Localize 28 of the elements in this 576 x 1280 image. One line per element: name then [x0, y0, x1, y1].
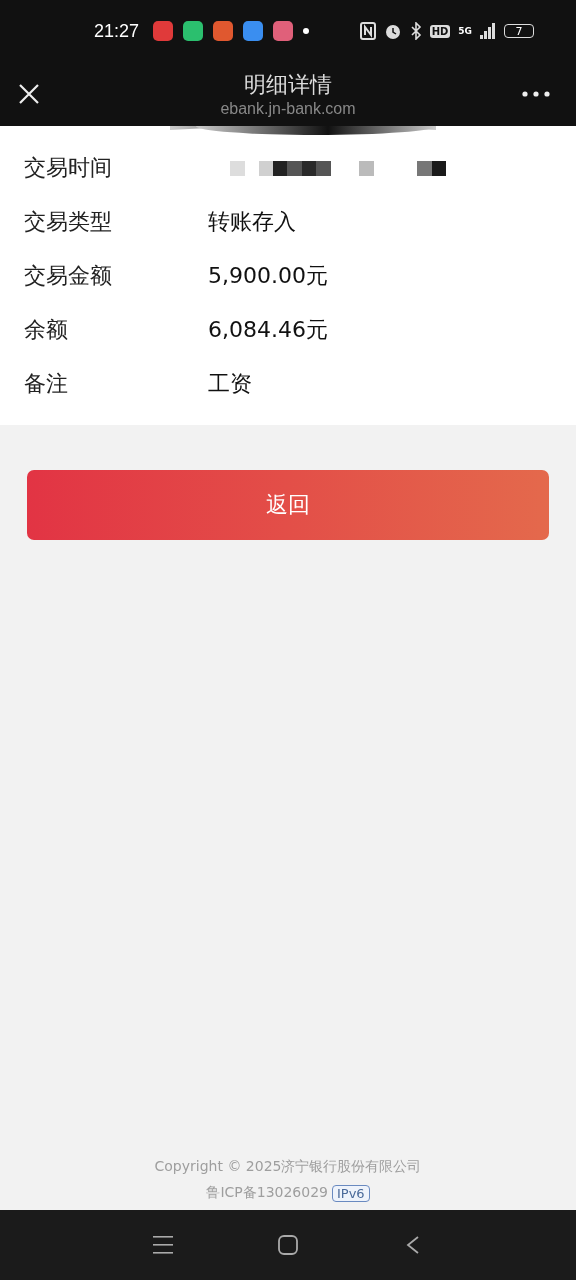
detail-value: 5,900.00元 [208, 262, 328, 290]
hd-badge: HD [429, 24, 451, 38]
menu-icon[interactable] [152, 1235, 173, 1255]
back-button[interactable]: 返回 [27, 470, 549, 540]
ipv6-badge: IPv6 [332, 1184, 370, 1202]
detail-value: 工资 [208, 370, 252, 398]
detail-label: 余额 [24, 316, 69, 344]
status-time: 21:27 [94, 20, 140, 42]
detail-label: 交易时间 [24, 154, 113, 182]
detail-label: 交易金额 [24, 262, 113, 290]
detail-value: 转账存入 [208, 208, 296, 236]
detail-label: 备注 [24, 370, 69, 398]
alarm-icon [383, 22, 402, 40]
dot-icon [303, 28, 310, 34]
nfc-icon [359, 22, 376, 40]
close-icon[interactable] [18, 83, 40, 105]
detail-label: 交易类型 [24, 208, 113, 236]
signal-icon [480, 23, 496, 39]
more-icon[interactable] [522, 91, 550, 97]
network-label: 5G [458, 26, 472, 36]
detail-value: 6,084.46元 [208, 316, 328, 344]
icp-link[interactable]: 鲁ICP备13026029 [206, 1184, 328, 1202]
home-icon[interactable] [278, 1235, 298, 1255]
bluetooth-icon [409, 22, 422, 40]
page-url: ebank.jn-bank.com [220, 100, 356, 118]
page-title: 明细详情 [244, 71, 332, 99]
battery-icon: 7 [504, 24, 534, 38]
copyright-text: Copyright © 2025济宁银行股份有限公司 [154, 1158, 422, 1176]
